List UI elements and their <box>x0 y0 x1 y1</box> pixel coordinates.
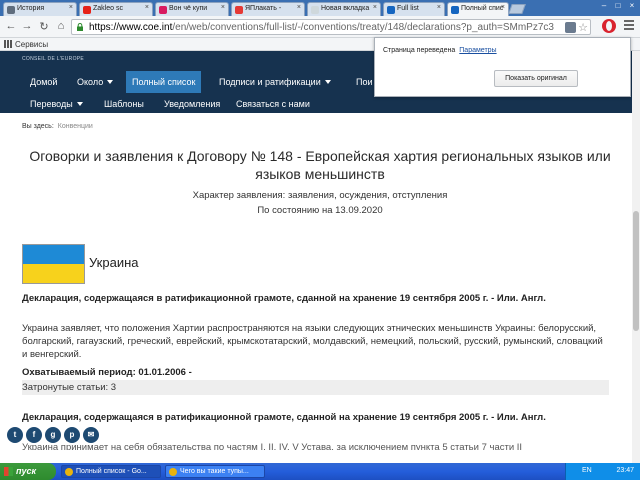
caret-down-icon <box>324 80 331 84</box>
as-of-date: По состоянию на 13.09.2020 <box>257 205 383 216</box>
tab-yaplakal[interactable]: ЯПлакать - × <box>231 2 305 16</box>
declaration-heading: Декларация, содержащаяся в ратификационн… <box>22 293 546 304</box>
site-favicon-icon <box>235 6 243 14</box>
minimize-icon[interactable]: – <box>598 1 610 12</box>
close-icon[interactable]: × <box>373 4 377 11</box>
email-icon[interactable]: ✉ <box>83 427 99 443</box>
tab-label: Full list <box>397 5 419 12</box>
nav-full-list[interactable]: Полный список <box>126 71 202 93</box>
nav-signatures[interactable]: Подписи и ратификации <box>213 71 337 93</box>
close-icon[interactable]: × <box>145 4 149 11</box>
declaration-body: Украина заявляет, что положения Хартии р… <box>22 323 603 360</box>
forward-arrow-icon[interactable]: → <box>20 20 34 32</box>
close-icon[interactable]: × <box>501 4 505 11</box>
clock: 23:47 <box>616 467 634 474</box>
star-icon[interactable]: ☆ <box>578 21 588 34</box>
system-tray: EN 23:47 <box>565 463 640 480</box>
chrome-icon <box>169 468 177 476</box>
lock-icon <box>77 23 83 31</box>
site-favicon-icon <box>159 6 167 14</box>
tab-label: Вон чё купи <box>169 5 208 12</box>
show-original-button[interactable]: Показать оригинал <box>494 70 578 87</box>
menu-icon[interactable] <box>624 20 634 32</box>
facebook-icon[interactable]: f <box>26 427 42 443</box>
browser-tab-strip: История × Zakleo sc × Вон чё купи × ЯПла… <box>0 0 640 16</box>
back-arrow-icon[interactable]: ← <box>4 20 18 32</box>
windows-logo-icon <box>4 467 13 476</box>
new-tab-button[interactable] <box>508 4 526 14</box>
home-icon[interactable]: ⌂ <box>54 20 68 32</box>
start-button[interactable]: пуск <box>0 463 56 480</box>
reload-icon[interactable]: ↻ <box>37 20 51 33</box>
googleplus-icon[interactable]: g <box>45 427 61 443</box>
address-bar[interactable]: https://www.coe.int/en/web/conventions/f… <box>71 19 591 35</box>
tab-full-list-ru[interactable]: Полный спис × <box>447 2 509 16</box>
close-window-icon[interactable]: × <box>626 1 638 12</box>
ukraine-flag <box>22 244 85 284</box>
pinterest-icon[interactable]: p <box>64 427 80 443</box>
tab-label: Полный спис <box>461 5 504 12</box>
apps-grid-icon <box>4 40 12 48</box>
tab-label: Zakleo sc <box>93 5 123 12</box>
twitter-icon[interactable]: t <box>7 427 23 443</box>
caret-down-icon <box>107 80 114 84</box>
scrollbar-thumb[interactable] <box>633 211 639 331</box>
page-title: Оговорки и заявления к Договору № 148 - … <box>29 148 611 182</box>
windows-taskbar: пуск Полный список - Go... Чего вы такие… <box>0 463 640 480</box>
taskbar-item-window[interactable]: Чего вы такие тупы... <box>165 465 265 478</box>
close-icon[interactable]: × <box>297 4 301 11</box>
tab-label: ЯПлакать - <box>245 5 282 12</box>
declaration-body: Украина принимает на себя обязательства … <box>22 442 523 450</box>
caret-down-icon <box>76 102 83 106</box>
coe-icon <box>451 6 459 14</box>
tab-history[interactable]: История × <box>3 2 77 16</box>
nav-about[interactable]: Около <box>71 71 119 93</box>
translate-message: Страница переведена Параметры <box>383 47 497 54</box>
apps-button[interactable]: Сервисы <box>4 40 48 49</box>
declaration-heading: Декларация, содержащаяся в ратификационн… <box>22 412 546 423</box>
page-icon <box>311 6 319 14</box>
translate-icon[interactable] <box>565 22 576 33</box>
breadcrumb: Вы здесь: Конвенции <box>22 123 93 130</box>
nav-translations[interactable]: Переводы <box>24 93 89 115</box>
maximize-icon[interactable]: □ <box>612 1 624 12</box>
tab-label: Новая вкладка <box>321 5 370 12</box>
country-name: Украина <box>89 255 139 270</box>
url-text: https://www.coe.int/en/web/conventions/f… <box>89 22 554 33</box>
period-covered: Охватываемый период: 01.01.2006 - <box>22 367 192 378</box>
nav-templates[interactable]: Шаблоны <box>98 93 150 115</box>
opera-icon[interactable] <box>602 19 616 33</box>
close-icon[interactable]: × <box>221 4 225 11</box>
nav-notifications[interactable]: Уведомления <box>158 93 226 115</box>
close-icon[interactable]: × <box>69 4 73 11</box>
share-bar: t f g p ✉ <box>7 427 99 443</box>
history-icon <box>7 6 15 14</box>
page-scrollbar[interactable] <box>632 51 640 463</box>
close-icon[interactable]: × <box>437 4 441 11</box>
taskbar-item-chrome[interactable]: Полный список - Go... <box>61 465 161 478</box>
chrome-icon <box>65 468 73 476</box>
nav-contact[interactable]: Связаться с нами <box>230 93 316 115</box>
window-controls: – □ × <box>598 1 638 12</box>
youtube-icon <box>83 6 91 14</box>
articles-concerned: Затронутые статьи: 3 <box>22 380 609 395</box>
site-logo[interactable]: CONSEIL DE L'EUROPE <box>22 56 84 62</box>
declaration-nature: Характер заявления: заявления, осуждения… <box>192 190 448 201</box>
nav-home[interactable]: Домой <box>24 71 63 93</box>
translate-settings-link[interactable]: Параметры <box>459 47 496 54</box>
coe-icon <box>387 6 395 14</box>
browser-toolbar: ← → ↻ ⌂ https://www.coe.int/en/web/conve… <box>0 16 640 38</box>
breadcrumb-conventions[interactable]: Конвенции <box>58 123 93 130</box>
tab-label: История <box>17 5 45 12</box>
tab-new[interactable]: Новая вкладка × <box>307 2 381 16</box>
tab-von[interactable]: Вон чё купи × <box>155 2 229 16</box>
tab-full-list[interactable]: Full list × <box>383 2 445 16</box>
translate-popup: Страница переведена Параметры Показать ор… <box>374 37 631 97</box>
language-indicator[interactable]: EN <box>582 467 592 474</box>
tab-zakleo[interactable]: Zakleo sc × <box>79 2 153 16</box>
